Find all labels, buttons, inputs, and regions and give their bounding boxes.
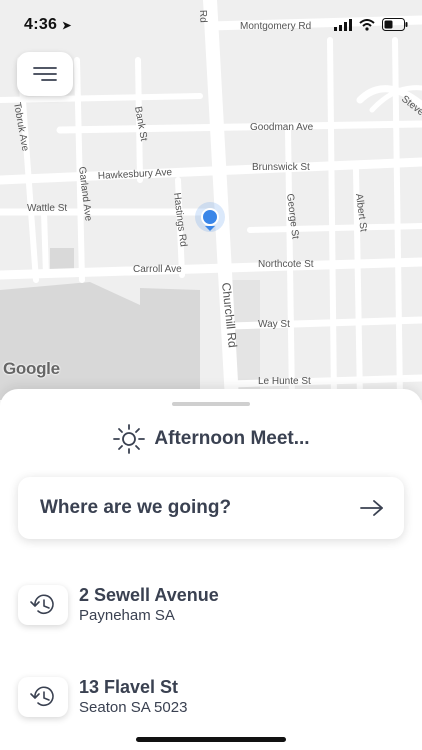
current-location-marker — [201, 208, 219, 226]
search-prompt: Where are we going? — [40, 497, 232, 518]
battery-icon — [382, 18, 408, 31]
sun-icon — [113, 424, 146, 454]
wifi-icon — [359, 18, 375, 31]
time-text: 4:36 — [24, 16, 58, 33]
bottom-sheet: Afternoon Meet... Where are we going? 2 … — [0, 389, 422, 750]
status-icons — [334, 18, 408, 31]
street-label: Way St — [258, 319, 290, 330]
recent-destination-item[interactable]: 2 Sewell Avenue Payneham SA — [18, 584, 219, 626]
history-icon — [30, 686, 54, 707]
history-icon-tile — [18, 677, 68, 717]
street-label: Carroll Ave — [133, 264, 182, 275]
status-bar: 4:36 ➤ — [0, 0, 422, 50]
street-label: Northcote St — [258, 259, 314, 270]
google-attribution: Google — [3, 359, 60, 378]
recent-subtitle: Payneham SA — [79, 607, 175, 624]
street-label: Hastings Rd — [171, 192, 189, 247]
status-time: 4:36 ➤ — [24, 16, 72, 34]
location-arrow-icon: ➤ — [61, 20, 72, 32]
street-label: Le Hunte St — [258, 376, 311, 387]
greeting-text: Afternoon Meet... — [154, 428, 310, 449]
recent-text: 13 Flavel St Seaton SA 5023 — [79, 676, 187, 718]
home-indicator — [136, 737, 286, 742]
history-icon-tile — [18, 585, 68, 625]
recent-title: 13 Flavel St — [79, 677, 179, 697]
street-label: Wattle St — [27, 203, 67, 214]
destination-search-button[interactable]: Where are we going? — [18, 477, 404, 539]
street-label: Hawkesbury Ave — [98, 167, 173, 182]
recent-title: 2 Sewell Avenue — [79, 585, 219, 605]
arrow-right-icon — [360, 500, 383, 516]
recent-destination-item[interactable]: 13 Flavel St Seaton SA 5023 — [18, 676, 187, 718]
recent-text: 2 Sewell Avenue Payneham SA — [79, 584, 219, 626]
menu-icon — [33, 67, 57, 81]
menu-button[interactable] — [17, 52, 73, 96]
history-icon — [30, 594, 54, 615]
recent-subtitle: Seaton SA 5023 — [79, 699, 188, 716]
street-label: Goodman Ave — [250, 122, 314, 133]
sheet-drag-handle[interactable] — [172, 402, 250, 406]
street-label: Bank St — [132, 106, 149, 143]
cellular-signal-icon — [334, 18, 352, 31]
street-label: Brunswick St — [252, 162, 310, 173]
greeting: Afternoon Meet... — [0, 424, 422, 454]
